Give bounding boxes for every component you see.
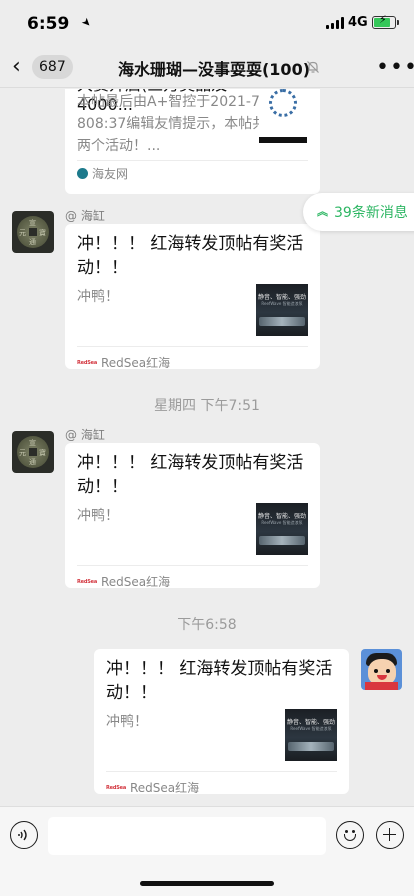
emoji-icon[interactable] (336, 821, 364, 849)
link-card-source: RedSea RedSea红海 (77, 354, 170, 371)
avatar-char: 宣 (29, 219, 36, 227)
link-card-thumbnail: 静音、智能、强劲 ReefWave 智能造浪泵 (256, 503, 308, 555)
status-bar: 6:59 ➤ 4G ⚡ (0, 0, 414, 46)
voice-icon[interactable] (10, 821, 38, 849)
redsea-logo-icon: RedSea (106, 784, 126, 791)
link-card-source-label: RedSea红海 (101, 356, 171, 370)
link-card-source: RedSea RedSea红海 (77, 573, 170, 590)
timestamp: 星期四 下午7:51 (154, 398, 260, 414)
link-card[interactable]: 冲！！！ 红海转发顶帖有奖活动！！ 冲鸭！ 静音、智能、强劲 ReefWave … (65, 224, 320, 371)
thumb-subline: ReefWave 智能造浪泵 (261, 301, 303, 306)
avatar-char: 元 (19, 449, 26, 457)
self-avatar[interactable] (361, 649, 402, 690)
redsea-logo-icon: RedSea (77, 578, 97, 585)
avatar-char: 通 (29, 238, 36, 246)
link-card-thumbnail: 静音、智能、强劲 ReefWave 智能造浪泵 (256, 284, 308, 336)
link-card-description: 冲鸭！ (106, 714, 148, 730)
link-card-title: 冲！！！ 红海转发顶帖有奖活动！！ (77, 234, 304, 278)
avatar[interactable]: 宣 通 寶 元 (12, 431, 54, 473)
link-card-title: 冲！！！ 红海转发顶帖有奖活动！！ (106, 659, 333, 703)
thumb-subline: ReefWave 智能造浪泵 (261, 520, 303, 525)
sender-name: @ 海缸 (65, 428, 105, 442)
link-card-title: 冲！！！ 红海转发顶帖有奖活动！！ (77, 453, 304, 497)
thumb-headline: 静音、智能、强劲 (257, 513, 306, 520)
card-divider (106, 771, 337, 772)
network-type: 4G (348, 15, 368, 30)
redsea-logo-icon: RedSea (77, 359, 97, 366)
thumb-headline: 静音、智能、强劲 (257, 294, 306, 301)
link-card-thumbnail: 静音、智能、强劲 ReefWave 智能造浪泵 (285, 709, 337, 761)
timestamp: 下午6:58 (177, 617, 237, 633)
link-card-source-label: RedSea红海 (130, 781, 200, 795)
card-divider (77, 160, 308, 161)
new-messages-button[interactable]: ︽ 39条新消息 (303, 193, 414, 231)
link-card-thumbnail (259, 89, 307, 143)
link-card-description: 冲鸭！ (77, 508, 119, 524)
status-time: 6:59 (27, 14, 70, 34)
avatar[interactable]: 宣 通 寶 元 (12, 211, 54, 253)
double-chevron-up-icon: ︽ (317, 205, 328, 218)
battery-icon: ⚡ (372, 13, 399, 29)
link-card-source: RedSea RedSea红海 (106, 779, 199, 796)
home-indicator[interactable] (140, 881, 274, 886)
avatar-char: 元 (19, 229, 26, 237)
avatar-char: 宣 (29, 439, 36, 447)
link-card-source-label: 海友网 (92, 167, 129, 181)
chat-title: 海水珊瑚—没事耍耍(100) (117, 60, 311, 79)
avatar-char: 寶 (39, 229, 46, 237)
chat-header: ‹ 687 海水珊瑚—没事耍耍(100) ••• (0, 46, 414, 88)
message-input[interactable] (48, 817, 326, 855)
link-card-description: 本帖最后由A+智控于2021-7-808:37编辑友情提示，本帖共两个活动！..… (77, 94, 267, 154)
new-messages-label: 39条新消息 (334, 205, 408, 221)
more-horizontal-icon[interactable]: ••• (376, 55, 414, 80)
card-divider (77, 346, 308, 347)
avatar-char: 通 (29, 458, 36, 466)
avatar-char: 寶 (39, 449, 46, 457)
haiyou-logo-icon (77, 168, 88, 179)
card-divider (77, 565, 308, 566)
link-card-description: 冲鸭！ (77, 289, 119, 305)
location-arrow-icon: ➤ (78, 14, 95, 31)
sender-name: @ 海缸 (65, 209, 105, 223)
bell-off-icon (307, 61, 319, 73)
link-card[interactable]: 大赛开启(三万奖品及4000... 本帖最后由A+智控于2021-7-808:3… (65, 89, 320, 194)
thumb-headline: 静音、智能、强劲 (286, 719, 335, 726)
link-card-source-label: RedSea红海 (101, 575, 171, 589)
signal-icon (326, 17, 344, 29)
link-card[interactable]: 冲！！！ 红海转发顶帖有奖活动！！ 冲鸭！ 静音、智能、强劲 ReefWave … (94, 649, 349, 796)
thumb-subline: ReefWave 智能造浪泵 (290, 726, 332, 731)
message-list[interactable]: 大赛开启(三万奖品及4000... 本帖最后由A+智控于2021-7-808:3… (0, 89, 414, 805)
link-card[interactable]: 冲！！！ 红海转发顶帖有奖活动！！ 冲鸭！ 静音、智能、强劲 ReefWave … (65, 443, 320, 590)
plus-icon[interactable] (376, 821, 404, 849)
link-card-source: 海友网 (77, 165, 128, 182)
